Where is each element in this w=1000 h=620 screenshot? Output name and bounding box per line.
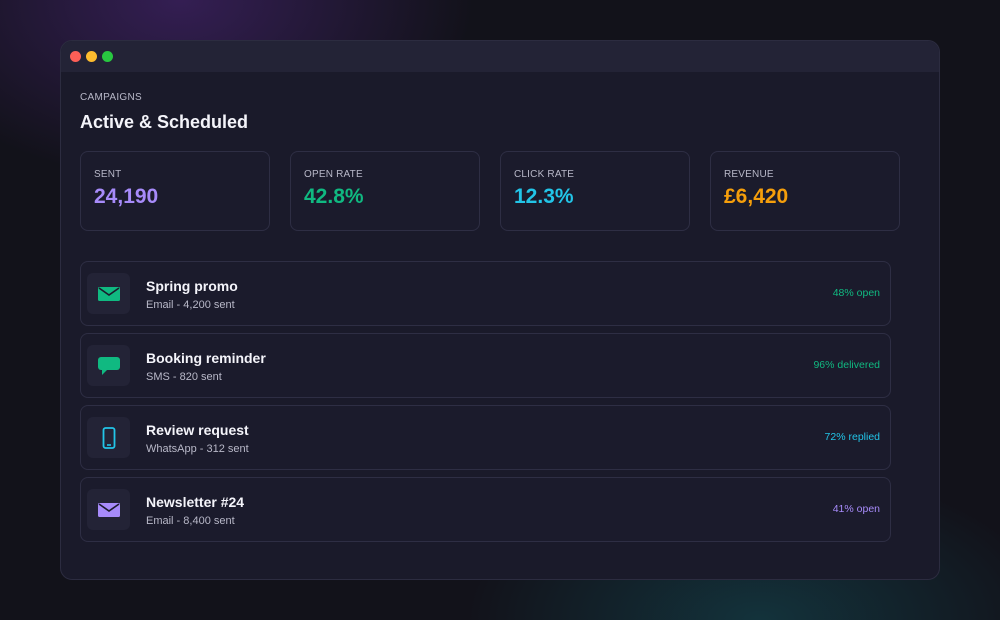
- chat-bubble-icon: [97, 356, 120, 375]
- stat-card-open-rate: OPEN RATE 42.8%: [290, 151, 480, 231]
- stat-value: £6,420: [724, 185, 789, 208]
- stat-label: SENT: [94, 169, 122, 180]
- campaign-subtitle: SMS - 820 sent: [146, 371, 222, 383]
- campaign-icon-box: [87, 489, 130, 530]
- maximize-window-button[interactable]: [102, 51, 113, 62]
- phone-icon: [102, 426, 115, 449]
- section-eyebrow: CAMPAIGNS: [80, 92, 142, 103]
- stat-value: 42.8%: [304, 185, 364, 208]
- campaign-icon-box: [87, 273, 130, 314]
- stat-card-sent: SENT 24,190: [80, 151, 270, 231]
- campaign-row[interactable]: Newsletter #24 Email - 8,400 sent 41% op…: [80, 477, 891, 542]
- campaign-metric: 72% replied: [824, 431, 880, 443]
- stat-value: 24,190: [94, 185, 159, 208]
- stat-card-revenue: REVENUE £6,420: [710, 151, 900, 231]
- campaign-subtitle: Email - 8,400 sent: [146, 515, 235, 527]
- stat-card-click-rate: CLICK RATE 12.3%: [500, 151, 690, 231]
- campaign-metric: 48% open: [832, 287, 880, 299]
- window-titlebar: [61, 41, 939, 72]
- stat-label: REVENUE: [724, 169, 774, 180]
- close-window-button[interactable]: [70, 51, 81, 62]
- stat-label: OPEN RATE: [304, 169, 363, 180]
- campaign-row[interactable]: Booking reminder SMS - 820 sent 96% deli…: [80, 333, 891, 398]
- campaign-title: Newsletter #24: [146, 494, 245, 510]
- campaign-row[interactable]: Spring promo Email - 4,200 sent 48% open: [80, 261, 891, 326]
- stats-row: SENT 24,190 OPEN RATE 42.8% CLICK RATE 1…: [80, 151, 920, 231]
- campaign-metric: 96% delivered: [813, 359, 880, 371]
- campaign-subtitle: Email - 4,200 sent: [146, 299, 235, 311]
- campaign-subtitle: WhatsApp - 312 sent: [146, 443, 249, 455]
- envelope-icon: [97, 286, 120, 301]
- envelope-icon: [97, 502, 120, 517]
- campaign-title: Spring promo: [146, 278, 238, 294]
- campaign-title: Booking reminder: [146, 350, 266, 366]
- campaign-metric: 41% open: [832, 503, 880, 515]
- campaign-icon-box: [87, 345, 130, 386]
- campaign-row[interactable]: Review request WhatsApp - 312 sent 72% r…: [80, 405, 891, 470]
- campaign-title: Review request: [146, 422, 249, 438]
- page-title: Active & Scheduled: [80, 112, 249, 132]
- campaign-icon-box: [87, 417, 130, 458]
- app-window: CAMPAIGNS Active & Scheduled SENT 24,190…: [60, 40, 940, 580]
- stat-value: 12.3%: [514, 185, 574, 208]
- minimize-window-button[interactable]: [86, 51, 97, 62]
- stat-label: CLICK RATE: [514, 169, 575, 180]
